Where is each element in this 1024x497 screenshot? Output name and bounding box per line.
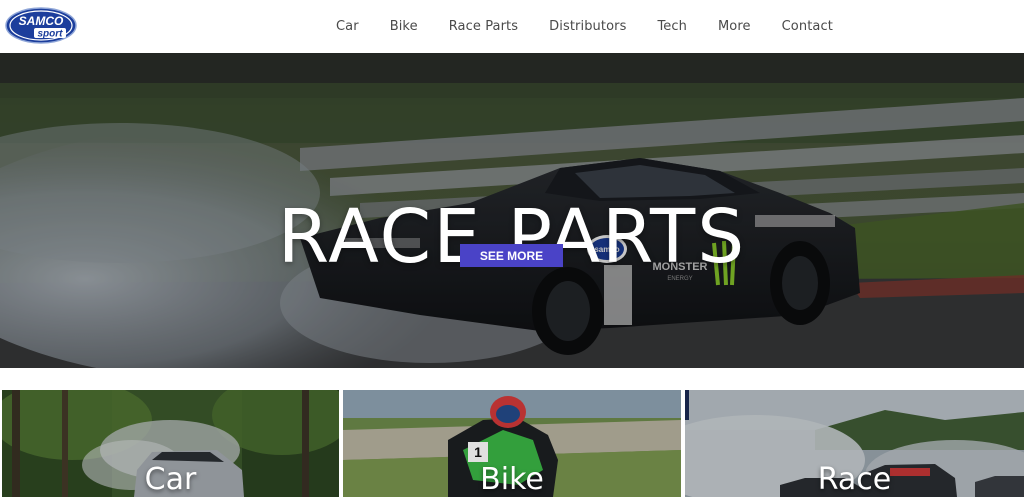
nav-distributors[interactable]: Distributors	[549, 19, 626, 34]
tile-bike[interactable]: 1 Bike	[343, 390, 681, 497]
nav-contact[interactable]: Contact	[782, 19, 833, 34]
tile-bike-label: Bike	[480, 462, 544, 497]
main-nav: Car Bike Race Parts Distributors Tech Mo…	[336, 0, 833, 52]
nav-car[interactable]: Car	[336, 19, 359, 34]
tile-car[interactable]: Car	[2, 390, 339, 497]
nav-tech[interactable]: Tech	[657, 19, 687, 34]
tile-car-label: Car	[144, 462, 197, 497]
tile-race-label: Race	[817, 462, 892, 497]
nav-race-parts[interactable]: Race Parts	[449, 19, 518, 34]
logo-text-top: SAMCO	[19, 14, 64, 28]
logo-text-bottom: sport	[38, 29, 64, 40]
nav-more[interactable]: More	[718, 19, 751, 34]
see-more-button[interactable]: SEE MORE	[460, 244, 563, 267]
samco-sport-logo[interactable]: SAMCO sport	[5, 7, 77, 44]
nav-bike[interactable]: Bike	[390, 19, 418, 34]
tile-race[interactable]: Race	[685, 390, 1024, 497]
category-tiles: Car 1 Bike Race	[0, 390, 1024, 497]
hero-banner: samco MONSTER ENERGY RACE PARTS SEE MORE	[0, 53, 1024, 368]
site-header: SAMCO sport Car Bike Race Parts Distribu…	[0, 0, 1024, 52]
